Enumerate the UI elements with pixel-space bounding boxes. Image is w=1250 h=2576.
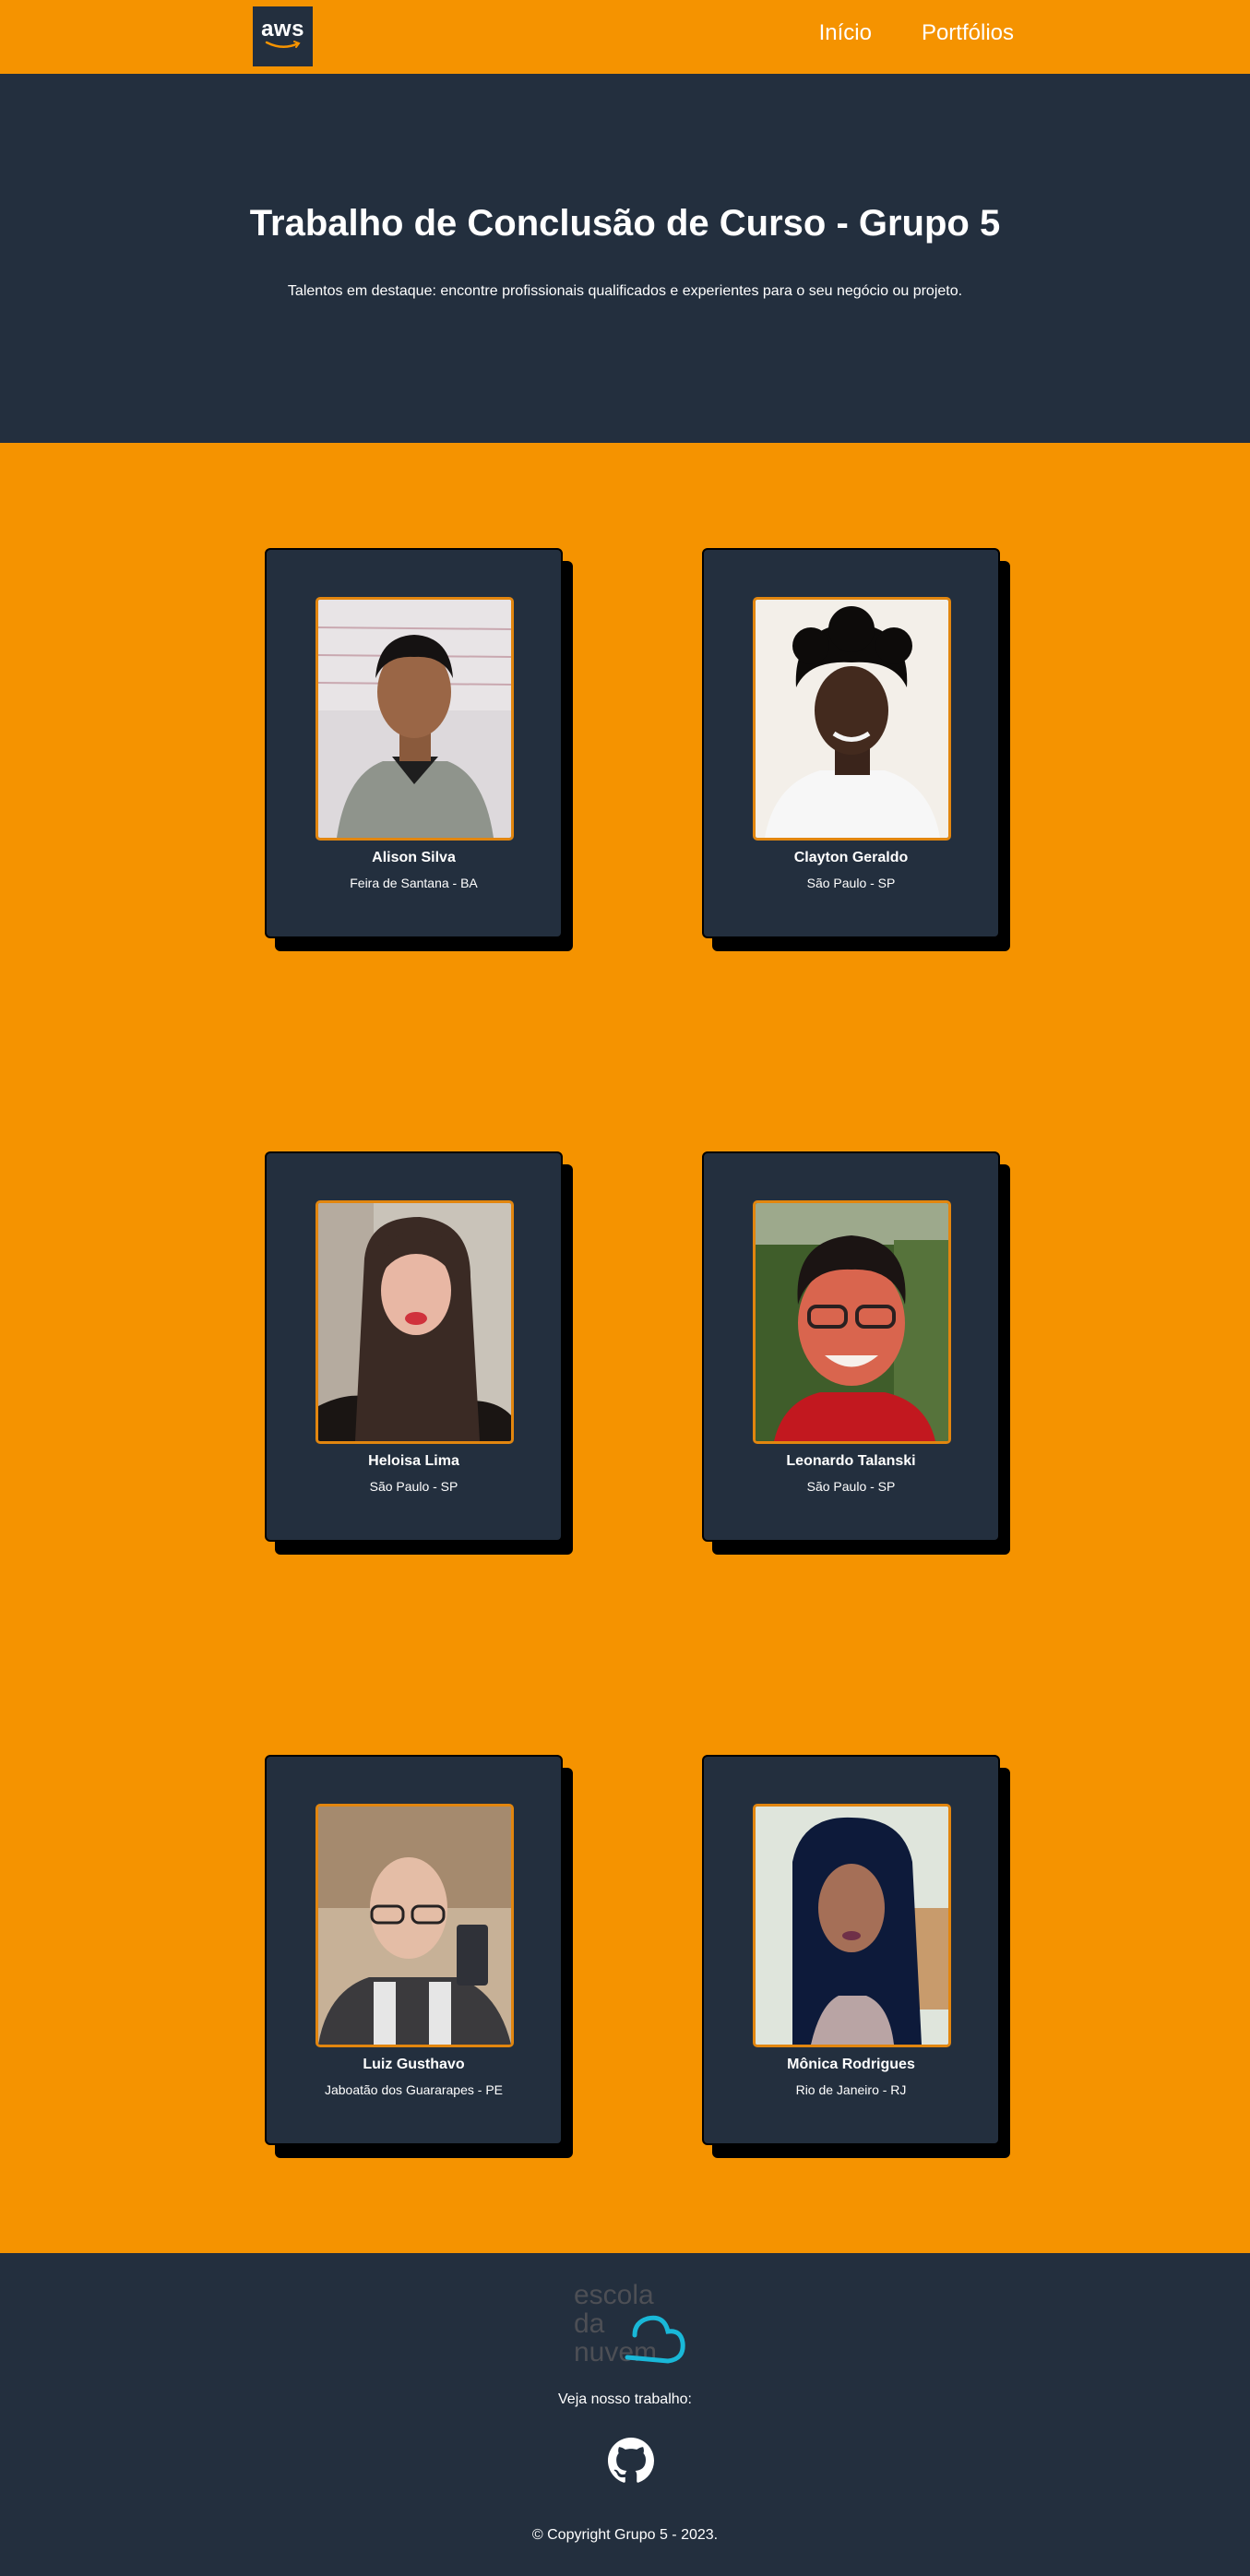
profile-location: Rio de Janeiro - RJ (795, 2082, 907, 2097)
profile-location: Feira de Santana - BA (350, 876, 478, 890)
profile-photo (315, 1200, 514, 1444)
hero-section: Trabalho de Conclusão de Curso - Grupo 5… (0, 74, 1250, 443)
nav-menu: Início Portfólios (819, 20, 1014, 46)
profile-location: São Paulo - SP (806, 1479, 896, 1494)
profile-card[interactable]: Leonardo Talanski São Paulo - SP (702, 1151, 1000, 1542)
profile-location: Jaboatão dos Guararapes - PE (324, 2082, 503, 2097)
github-icon (608, 2438, 654, 2483)
escola-da-nuvem-logo: escola da nuvem. (574, 2280, 685, 2367)
profile-card[interactable]: Mônica Rodrigues Rio de Janeiro - RJ (702, 1755, 1000, 2145)
logo-line-escola: escola (574, 2280, 654, 2310)
profile-card[interactable]: Heloisa Lima São Paulo - SP (265, 1151, 563, 1542)
profile-name: Luiz Gusthavo (363, 2057, 465, 2072)
profile-photo (753, 1804, 951, 2047)
profile-photo (315, 1804, 514, 2047)
profile-name: Alison Silva (372, 850, 456, 865)
profile-location: São Paulo - SP (369, 1479, 458, 1494)
hero-subtitle: Talentos em destaque: encontre profissio… (287, 283, 963, 299)
aws-logo-text: aws (261, 17, 304, 42)
profile-photo (753, 1200, 951, 1444)
github-link[interactable] (608, 2438, 654, 2484)
profile-name: Heloisa Lima (368, 1453, 459, 1469)
profile-name: Clayton Geraldo (793, 850, 909, 865)
navbar: aws Início Portfólios (0, 0, 1250, 74)
nav-link-portfolios[interactable]: Portfólios (922, 20, 1014, 46)
team-section: Alison Silva Feira de Santana - BA Clayt… (0, 443, 1250, 2253)
profile-card[interactable]: Alison Silva Feira de Santana - BA (265, 548, 563, 938)
nav-link-inicio[interactable]: Início (819, 20, 872, 46)
aws-smile-icon (265, 41, 301, 48)
logo-line-nuvem: nuvem. (574, 2337, 664, 2367)
profile-location: São Paulo - SP (806, 876, 896, 890)
profile-card[interactable]: Luiz Gusthavo Jaboatão dos Guararapes - … (265, 1755, 563, 2145)
footer: escola da nuvem. Veja nosso trabalho: © … (0, 2253, 1250, 2576)
footer-cta: Veja nosso trabalho: (558, 2391, 692, 2407)
logo-line-da: da (574, 2308, 605, 2339)
profile-name: Mônica Rodrigues (787, 2057, 915, 2072)
profile-card[interactable]: Clayton Geraldo São Paulo - SP (702, 548, 1000, 938)
copyright-text: © Copyright Grupo 5 - 2023. (531, 2527, 719, 2543)
profile-photo (315, 597, 514, 841)
page-title: Trabalho de Conclusão de Curso - Grupo 5 (249, 203, 1001, 244)
profile-name: Leonardo Talanski (786, 1453, 916, 1469)
profile-photo (753, 597, 951, 841)
aws-logo[interactable]: aws (253, 6, 313, 66)
